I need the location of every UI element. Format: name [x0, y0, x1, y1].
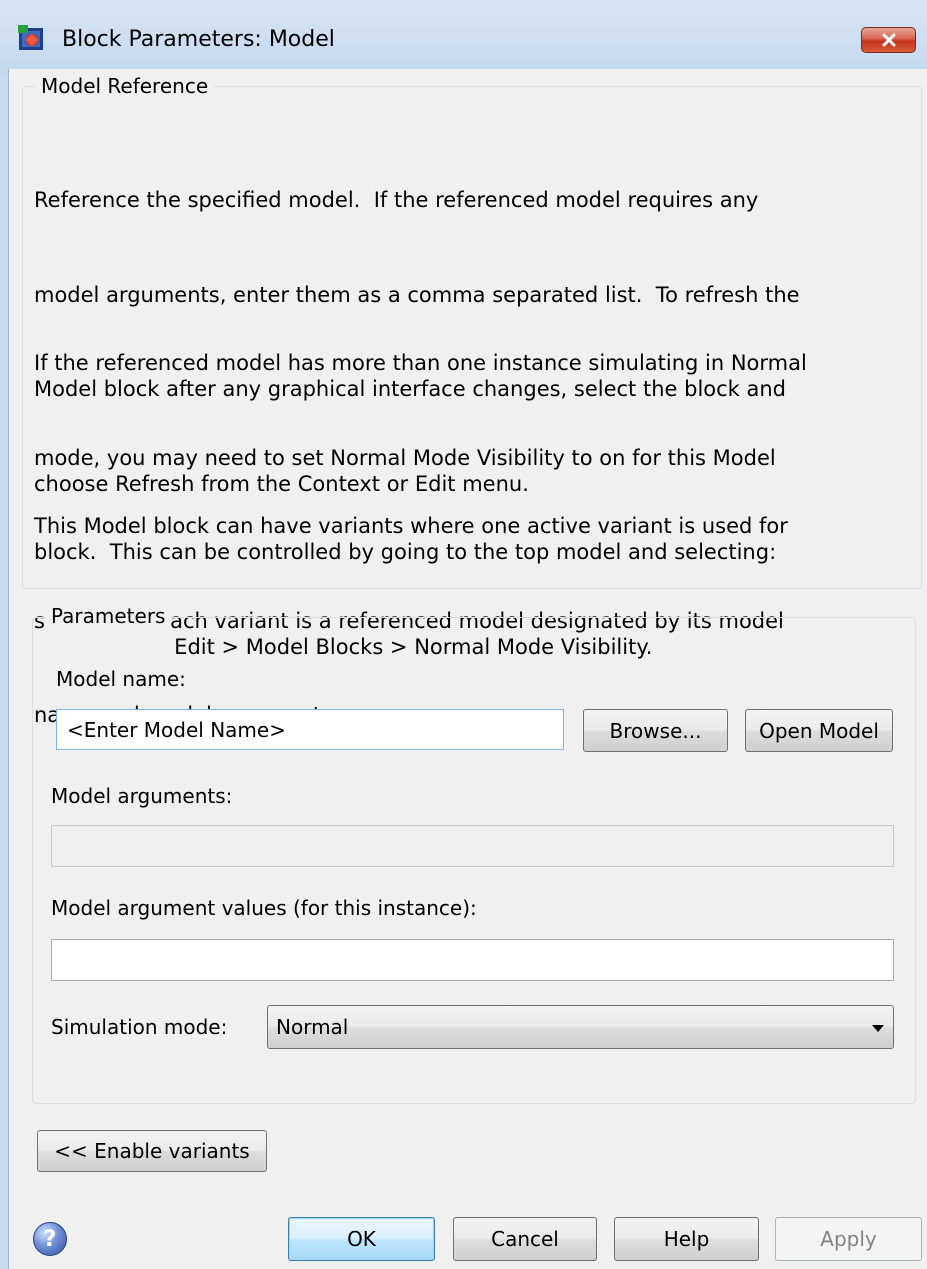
model-reference-legend: Model Reference	[35, 73, 215, 99]
apply-button: Apply	[775, 1217, 922, 1261]
model-arguments-input	[51, 825, 894, 867]
description-line: Reference the specified model. If the re…	[34, 188, 759, 212]
window-title: Block Parameters: Model	[62, 27, 335, 52]
help-button[interactable]: Help	[614, 1217, 759, 1261]
parameters-legend: Parameters	[45, 603, 172, 629]
chevron-down-icon	[872, 1025, 884, 1032]
model-name-label: Model name:	[56, 667, 186, 691]
close-button[interactable]	[861, 27, 916, 53]
browse-button[interactable]: Browse...	[583, 709, 728, 752]
open-model-button[interactable]: Open Model	[745, 709, 893, 752]
block-parameters-dialog: Block Parameters: Model Model Reference …	[0, 0, 927, 1269]
ok-button[interactable]: OK	[288, 1217, 435, 1261]
description-line: If the referenced model has more than on…	[34, 351, 807, 375]
simulink-block-icon	[18, 25, 43, 50]
cancel-button[interactable]: Cancel	[453, 1217, 597, 1261]
dialog-client-area: Model Reference Reference the specified …	[8, 69, 927, 1269]
model-argument-values-input[interactable]	[51, 939, 894, 981]
title-bar[interactable]: Block Parameters: Model	[0, 0, 927, 76]
simulation-mode-value: Normal	[276, 1015, 349, 1039]
simulation-mode-label: Simulation mode:	[51, 1015, 228, 1039]
model-name-input[interactable]	[56, 709, 564, 750]
help-icon[interactable]: ?	[33, 1222, 67, 1256]
model-arguments-label: Model arguments:	[51, 784, 233, 808]
description-line: This Model block can have variants where…	[34, 514, 788, 538]
close-icon	[882, 33, 895, 47]
simulation-mode-select[interactable]: Normal	[267, 1005, 894, 1049]
model-argument-values-label: Model argument values (for this instance…	[51, 896, 477, 920]
enable-variants-button[interactable]: << Enable variants	[37, 1130, 267, 1172]
